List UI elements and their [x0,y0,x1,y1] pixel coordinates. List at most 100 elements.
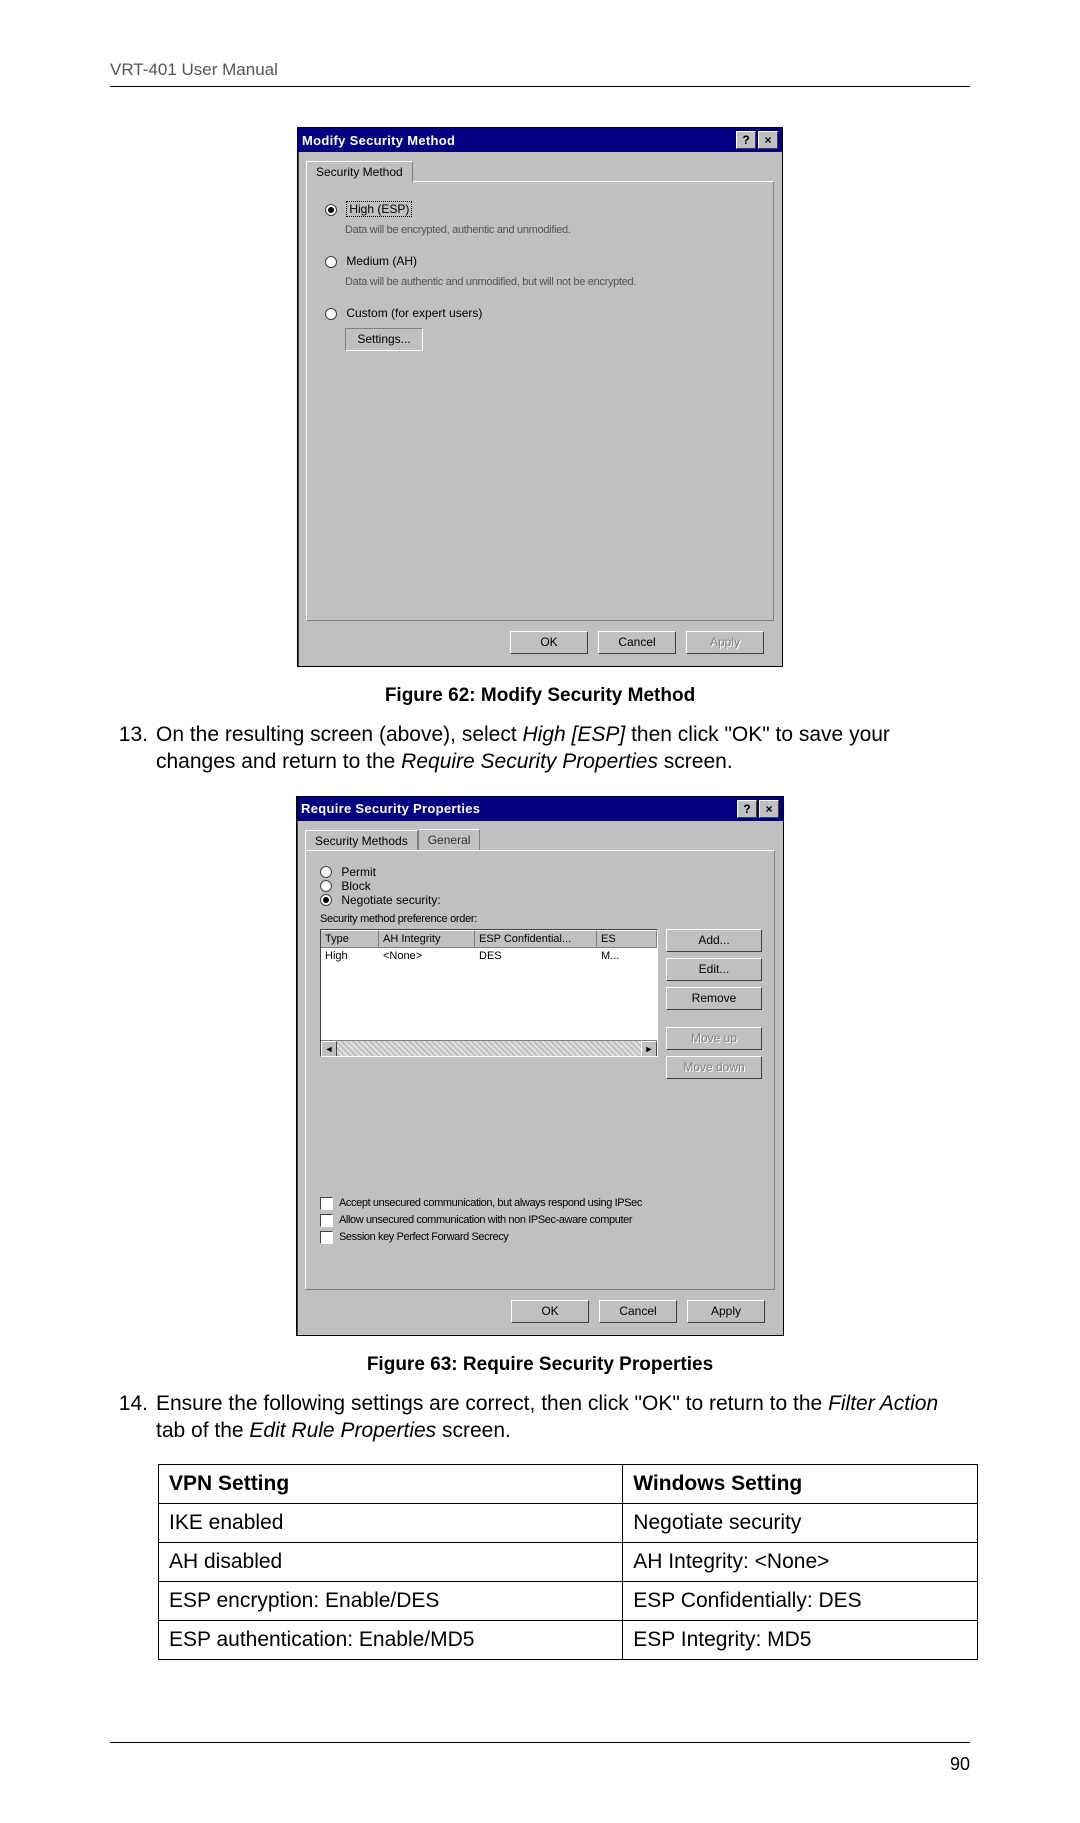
cell: ESP authentication: Enable/MD5 [159,1621,623,1660]
ok-button[interactable]: OK [510,631,588,654]
titlebar: Modify Security Method ? × [298,128,782,152]
settings-button-wrap: Settings... [345,328,755,351]
ok-button[interactable]: OK [511,1300,589,1323]
radio-medium-label: Medium (AH) [346,254,417,268]
step-13: 13. On the resulting screen (above), sel… [110,721,970,776]
cell-esp: DES [475,949,597,963]
scrollbar-horizontal[interactable]: ◄ ► [321,1040,657,1056]
security-methods-list[interactable]: Type AH Integrity ESP Confidential... ES… [320,929,658,1057]
apply-button[interactable]: Apply [687,1300,765,1323]
radio-custom[interactable]: Custom (for expert users) [325,306,755,320]
movedown-button[interactable]: Move down [666,1056,762,1079]
tab-area: Security MethodsGeneral Permit Block Neg… [297,821,783,1290]
cell: AH Integrity: <None> [623,1543,978,1582]
checkbox-allow-unsecured[interactable]: Allow unsecured communication with non I… [320,1214,760,1227]
tab-general[interactable]: General [418,829,481,850]
text: Ensure the following settings are correc… [156,1392,828,1415]
cancel-button[interactable]: Cancel [598,631,676,654]
checkbox-icon [320,1214,333,1227]
text-italic: Require Security Properties [401,750,658,773]
list-number: 14. [110,1390,156,1445]
radio-group: High (ESP) Data will be encrypted, authe… [325,202,755,351]
radio-permit[interactable]: Permit [320,865,760,879]
document-page: VRT-401 User Manual Modify Security Meth… [0,0,1080,1660]
add-button[interactable]: Add... [666,929,762,952]
dialog-buttons: OK Cancel Apply [511,1300,765,1323]
modify-security-dialog: Modify Security Method ? × Security Meth… [297,127,783,667]
checkbox-label: Allow unsecured communication with non I… [339,1214,632,1226]
help-icon[interactable]: ? [736,131,756,149]
radio-high[interactable]: High (ESP) [325,202,755,216]
tab-body: High (ESP) Data will be encrypted, authe… [306,181,774,621]
checkbox-pfs[interactable]: Session key Perfect Forward Secrecy [320,1231,760,1244]
apply-button[interactable]: Apply [686,631,764,654]
cell-es2: M... [597,949,657,963]
text: screen. [658,750,733,773]
th-windows-setting: Windows Setting [623,1465,978,1504]
close-icon[interactable]: × [758,131,778,149]
col-ah: AH Integrity [379,930,475,948]
header-rule [110,86,970,87]
radio-icon [325,308,337,320]
dialog-buttons: OK Cancel Apply [510,631,764,654]
list-header: Type AH Integrity ESP Confidential... ES [321,930,657,948]
col-esp: ESP Confidential... [475,930,597,948]
checkbox-icon [320,1197,333,1210]
radio-icon [320,866,332,878]
text: On the resulting screen (above), select [156,723,523,746]
tab-security-methods[interactable]: Security Methods [305,830,418,851]
radio-icon [320,894,332,906]
text-italic: Filter Action [828,1392,938,1415]
dialog-title: Require Security Properties [301,801,735,816]
text-italic: High [ESP] [523,723,626,746]
header-text: VRT-401 User Manual [110,60,970,80]
radio-negotiate[interactable]: Negotiate security: [320,893,760,907]
cell: Negotiate security [623,1504,978,1543]
checkbox-accept-unsecured[interactable]: Accept unsecured communication, but alwa… [320,1197,760,1210]
require-security-dialog: Require Security Properties ? × Security… [296,796,784,1336]
table-row: AH disabled AH Integrity: <None> [159,1543,978,1582]
radio-medium[interactable]: Medium (AH) [325,254,755,268]
moveup-button[interactable]: Move up [666,1027,762,1050]
radio-block[interactable]: Block [320,879,760,893]
cancel-button[interactable]: Cancel [599,1300,677,1323]
radio-high-label: High (ESP) [346,201,412,217]
radio-icon [320,880,332,892]
radio-icon [325,204,337,216]
close-icon[interactable]: × [759,800,779,818]
step-14: 14. Ensure the following settings are co… [110,1390,970,1445]
footer-rule [110,1742,970,1743]
dialog-title: Modify Security Method [302,133,734,148]
table-row: IKE enabled Negotiate security [159,1504,978,1543]
text: tab of the [156,1419,249,1442]
checkbox-icon [320,1231,333,1244]
radio-icon [325,256,337,268]
scroll-left-icon[interactable]: ◄ [321,1041,337,1056]
list-row[interactable]: High <None> DES M... [321,948,657,964]
col-es2: ES [597,930,657,948]
checkbox-label: Session key Perfect Forward Secrecy [339,1231,508,1243]
cell-type: High [321,949,379,963]
tab-body: Permit Block Negotiate security: Securit… [305,850,775,1290]
tab-security-method[interactable]: Security Method [306,161,413,182]
text: screen. [436,1419,511,1442]
table-row: ESP authentication: Enable/MD5 ESP Integ… [159,1621,978,1660]
tab-area: Security Method High (ESP) Data will be … [298,152,782,621]
radio-block-label: Block [341,879,370,893]
edit-button[interactable]: Edit... [666,958,762,981]
figure-caption-62: Figure 62: Modify Security Method [110,685,970,707]
settings-button[interactable]: Settings... [345,328,423,351]
col-type: Type [321,930,379,948]
cell: ESP Confidentially: DES [623,1582,978,1621]
remove-button[interactable]: Remove [666,987,762,1010]
figure-caption-63: Figure 63: Require Security Properties [110,1354,970,1376]
cell: AH disabled [159,1543,623,1582]
cell-ah: <None> [379,949,475,963]
table-row: ESP encryption: Enable/DES ESP Confident… [159,1582,978,1621]
list-number: 13. [110,721,156,776]
cell: ESP Integrity: MD5 [623,1621,978,1660]
radio-negotiate-label: Negotiate security: [341,893,440,907]
help-icon[interactable]: ? [737,800,757,818]
scroll-right-icon[interactable]: ► [641,1041,657,1056]
text-italic: Edit Rule Properties [249,1419,436,1442]
